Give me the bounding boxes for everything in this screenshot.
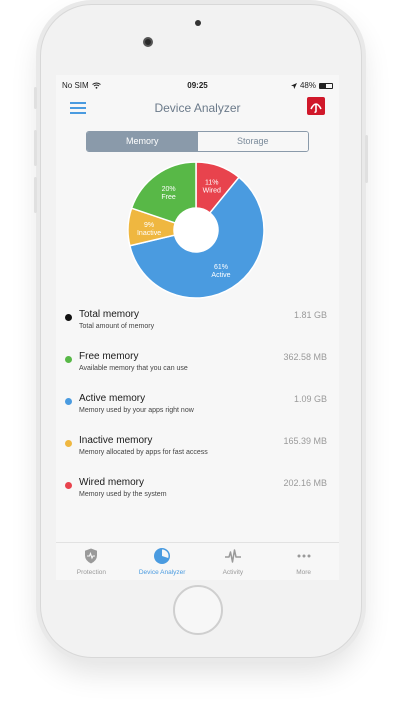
donut-label-active: 61% Active	[211, 264, 230, 279]
list-item-inactive-memory[interactable]: Inactive memory Memory allocated by apps…	[56, 433, 339, 473]
tab-more[interactable]: More	[268, 543, 339, 580]
segment-memory[interactable]: Memory	[87, 132, 198, 151]
memory-donut-chart: 11% Wired61% Active9% Inactive20% Free	[127, 161, 265, 299]
list-item-subtitle: Available memory that you can use	[79, 365, 188, 372]
list-item-value: 1.81 GB	[293, 310, 327, 320]
power-button	[365, 135, 368, 183]
tab-device-analyzer[interactable]: Device Analyzer	[127, 543, 198, 580]
list-item-subtitle: Total amount of memory	[79, 323, 155, 330]
page-title: Device Analyzer	[154, 101, 241, 115]
list-item-free-memory[interactable]: Free memory Available memory that you ca…	[56, 349, 339, 389]
shield-icon	[85, 548, 98, 564]
segment-storage[interactable]: Storage	[197, 132, 308, 151]
tab-label: Protection	[76, 569, 107, 576]
list-item-total-memory[interactable]: Total memory Total amount of memory 1.81…	[56, 307, 339, 347]
legend-dot	[65, 440, 72, 447]
list-item-value: 1.09 GB	[293, 394, 327, 404]
tab-label: Device Analyzer	[138, 569, 186, 576]
list-item-title: Active memory	[79, 393, 146, 404]
list-item-title: Inactive memory	[79, 435, 153, 446]
segmented-control: Memory Storage	[86, 131, 309, 152]
status-bar: No SIM 09:25 48%	[56, 75, 339, 95]
donut-label-free: 20% Free	[161, 186, 176, 201]
legend-dot	[65, 314, 72, 321]
pie-chart-icon	[154, 548, 171, 564]
list-item-value: 165.39 MB	[283, 436, 327, 446]
location-arrow-icon	[290, 82, 297, 89]
pulse-icon	[224, 549, 241, 563]
volume-down-button	[34, 177, 37, 213]
battery-icon	[319, 82, 333, 89]
volume-up-button	[34, 130, 37, 166]
list-item-subtitle: Memory used by your apps right now	[79, 407, 194, 414]
tab-protection[interactable]: Protection	[56, 543, 127, 580]
home-button[interactable]	[173, 585, 223, 635]
list-item-active-memory[interactable]: Active memory Memory used by your apps r…	[56, 391, 339, 431]
tab-label: Activity	[222, 569, 244, 576]
mute-switch	[34, 87, 37, 109]
list-item-subtitle: Memory allocated by apps for fast access	[79, 449, 208, 456]
nav-bar: Device Analyzer	[56, 95, 339, 121]
list-item-value: 202.16 MB	[283, 478, 327, 488]
screen: No SIM 09:25 48% Device Analyzer Memory …	[56, 75, 339, 580]
legend-dot	[65, 356, 72, 363]
list-item-subtitle: Memory used by the system	[79, 491, 167, 498]
legend-dot	[65, 398, 72, 405]
front-camera	[143, 37, 153, 47]
list-item-title: Wired memory	[79, 477, 145, 488]
legend-dot	[65, 482, 72, 489]
tab-activity[interactable]: Activity	[198, 543, 269, 580]
list-item-title: Free memory	[79, 351, 139, 362]
ellipsis-icon	[297, 554, 311, 558]
donut-hole	[174, 208, 218, 252]
list-item-title: Total memory	[79, 309, 140, 320]
list-item-value: 362.58 MB	[283, 352, 327, 362]
donut-label-wired: 11% Wired	[203, 180, 221, 195]
avira-umbrella-icon[interactable]	[307, 97, 325, 115]
battery-percent: 48%	[299, 81, 316, 90]
tab-bar: Protection Device Analyzer Activity More	[56, 542, 339, 580]
list-item-wired-memory[interactable]: Wired memory Memory used by the system 2…	[56, 475, 339, 515]
tab-label: More	[296, 569, 312, 576]
earpiece-speaker	[195, 20, 201, 26]
